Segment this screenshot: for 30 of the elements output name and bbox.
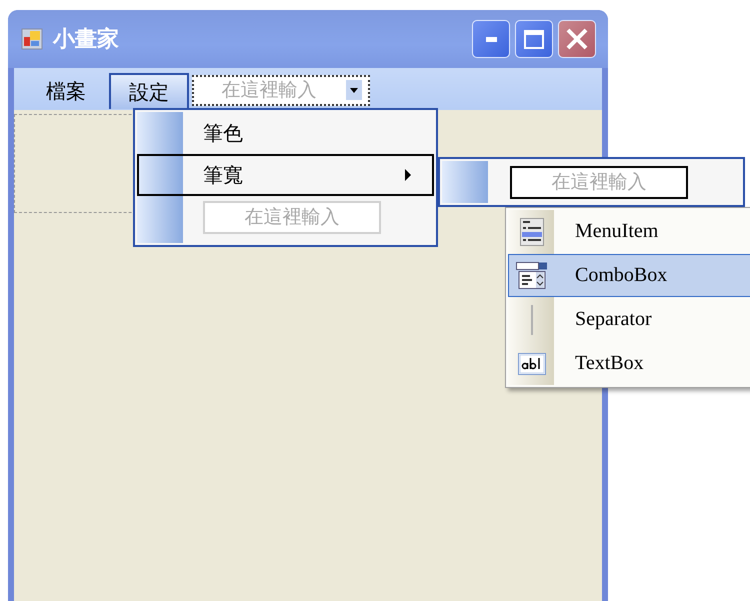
maximize-button[interactable] [515,20,553,58]
menu-option[interactable]: 筆色 [137,112,434,154]
menu-option-label: 筆色 [203,120,243,146]
app-icon [21,28,43,50]
dropdown-icon [346,80,362,100]
item-type-option[interactable]: MenuItem [508,210,750,253]
combobox-icon [516,262,548,290]
image-margin [442,161,488,203]
submenu-arrow-icon [404,169,412,181]
item-type-label: Separator [575,308,652,331]
item-type-option[interactable]: ComboBox [508,254,750,297]
minimize-icon [486,36,496,42]
maximize-icon [524,30,544,48]
minimize-button[interactable] [472,20,510,58]
menu-option-label: 筆寬 [203,162,243,188]
item-type-label: MenuItem [575,220,658,243]
close-icon [566,28,588,50]
item-type-option[interactable]: Separator [508,298,750,341]
menu-item-icon [520,218,544,246]
textbox-icon [518,352,546,374]
new-item-combo[interactable]: 在這裡輸入 [192,74,370,106]
new-item-field[interactable]: 在這裡輸入 [510,166,688,198]
window-title: 小畫家 [53,26,119,54]
menu-item[interactable]: 檔案 [26,73,106,109]
close-button[interactable] [558,20,596,58]
menu-item[interactable]: 設定 [109,73,189,109]
menu-option[interactable]: 筆寬 [137,154,434,196]
item-type-label: TextBox [575,352,644,375]
item-type-option[interactable]: TextBox [508,342,750,385]
item-type-label: ComboBox [575,264,668,287]
